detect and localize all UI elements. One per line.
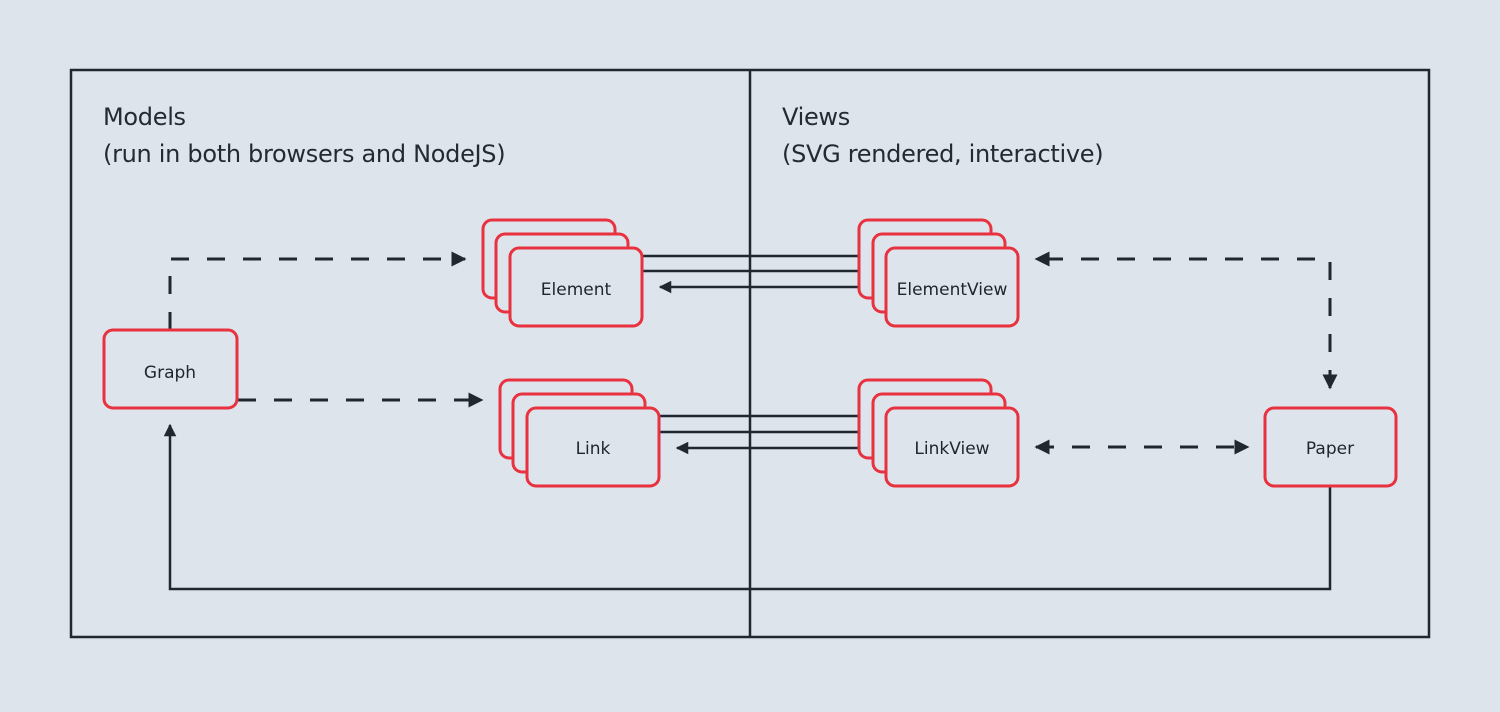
node-element-view-label: ElementView [897, 280, 1008, 300]
node-element-label: Element [541, 280, 612, 300]
models-panel-heading: Models (run in both browsers and NodeJS) [103, 99, 506, 173]
node-link-label: Link [576, 439, 611, 459]
node-paper[interactable]: Paper [1263, 406, 1398, 488]
edge-graph-to-element [168, 251, 467, 330]
models-panel-title: Models [103, 103, 186, 131]
models-panel-subtitle: (run in both browsers and NodeJS) [103, 140, 506, 168]
architecture-diagram: Graph Element Link ElementView LinkView … [0, 0, 1500, 708]
node-paper-label: Paper [1306, 439, 1354, 459]
node-element[interactable]: Element [481, 218, 644, 328]
views-panel-title: Views [782, 103, 850, 131]
node-graph-label: Graph [144, 363, 196, 383]
node-element-view[interactable]: ElementView [857, 218, 1020, 328]
node-graph[interactable]: Graph [102, 328, 239, 410]
node-link-view-label: LinkView [914, 439, 989, 459]
views-panel-heading: Views (SVG rendered, interactive) [782, 99, 1104, 173]
node-link-view[interactable]: LinkView [857, 378, 1020, 488]
edge-paper-element-view [1034, 251, 1338, 390]
views-panel-subtitle: (SVG rendered, interactive) [782, 140, 1104, 168]
node-link[interactable]: Link [498, 378, 661, 488]
